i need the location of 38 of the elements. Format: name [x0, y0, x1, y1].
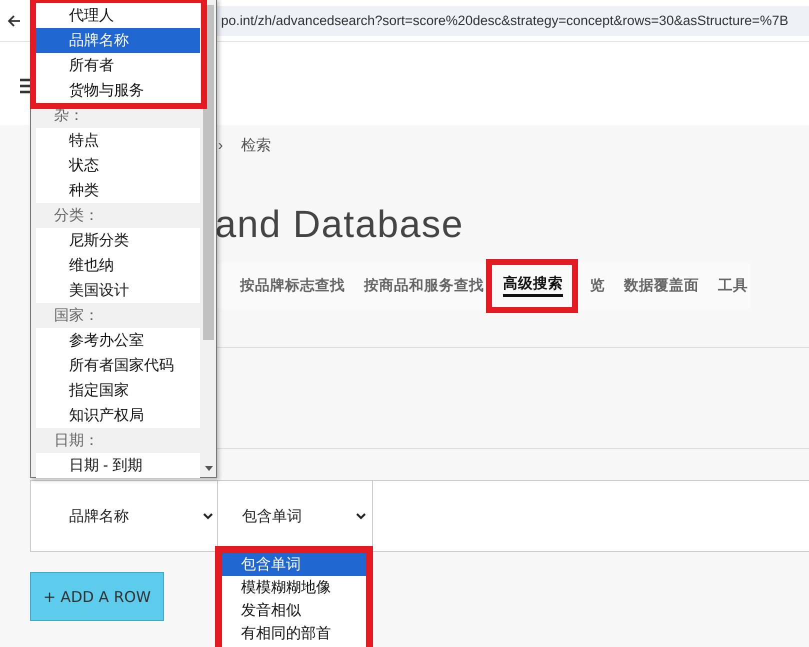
- tab[interactable]: 工具: [718, 277, 748, 295]
- tab[interactable]: 数据覆盖面: [624, 277, 699, 295]
- list-option[interactable]: 所有者国家代码: [36, 353, 200, 378]
- list-option[interactable]: 有相同的部首: [222, 622, 366, 645]
- group-label: 日期：: [53, 431, 100, 451]
- chevron-icon: [356, 512, 366, 520]
- group-label: 杂：: [53, 106, 85, 126]
- list-option[interactable]: 代理人: [36, 3, 200, 28]
- list-option[interactable]: 种类: [36, 178, 200, 203]
- group-label: 分类：: [53, 206, 100, 226]
- tab[interactable]: 览: [590, 277, 605, 295]
- back-icon[interactable]: [7, 14, 21, 28]
- add-row-button[interactable]: + ADD A ROW: [30, 572, 164, 621]
- list-option[interactable]: 品牌名称: [36, 28, 200, 53]
- list-option[interactable]: 指定国家: [36, 378, 200, 403]
- page-title: and Database: [215, 203, 464, 248]
- list-option[interactable]: 参考办公室: [36, 328, 200, 353]
- tab[interactable]: 按商品和服务查找: [364, 277, 484, 295]
- tab[interactable]: 高级搜索: [503, 275, 563, 297]
- list-option[interactable]: 尼斯分类: [36, 228, 200, 253]
- list-option[interactable]: 特点: [36, 128, 200, 153]
- list-option[interactable]: 状态: [36, 153, 200, 178]
- chevron-icon: [203, 512, 213, 520]
- scroll-down-icon[interactable]: [205, 466, 213, 471]
- breadcrumb-item[interactable]: 检索: [241, 136, 271, 154]
- list-option[interactable]: 美国设计: [36, 278, 200, 303]
- tab[interactable]: 按品牌标志查找: [240, 277, 345, 295]
- list-option[interactable]: 维也纳: [36, 253, 200, 278]
- list-option[interactable]: 货物与服务: [36, 78, 200, 103]
- list-option[interactable]: 日期 - 到期: [36, 453, 200, 478]
- list-option[interactable]: 包含单词: [222, 553, 366, 576]
- breadcrumb-separator: ›: [218, 136, 223, 154]
- list-option[interactable]: 发音相似: [222, 599, 366, 622]
- list-option[interactable]: 所有者: [36, 53, 200, 78]
- scrollbar[interactable]: [201, 0, 216, 477]
- list-option[interactable]: 模模糊糊地像: [222, 576, 366, 599]
- list-option[interactable]: 知识产权局: [36, 403, 200, 428]
- group-label: 国家：: [53, 306, 100, 326]
